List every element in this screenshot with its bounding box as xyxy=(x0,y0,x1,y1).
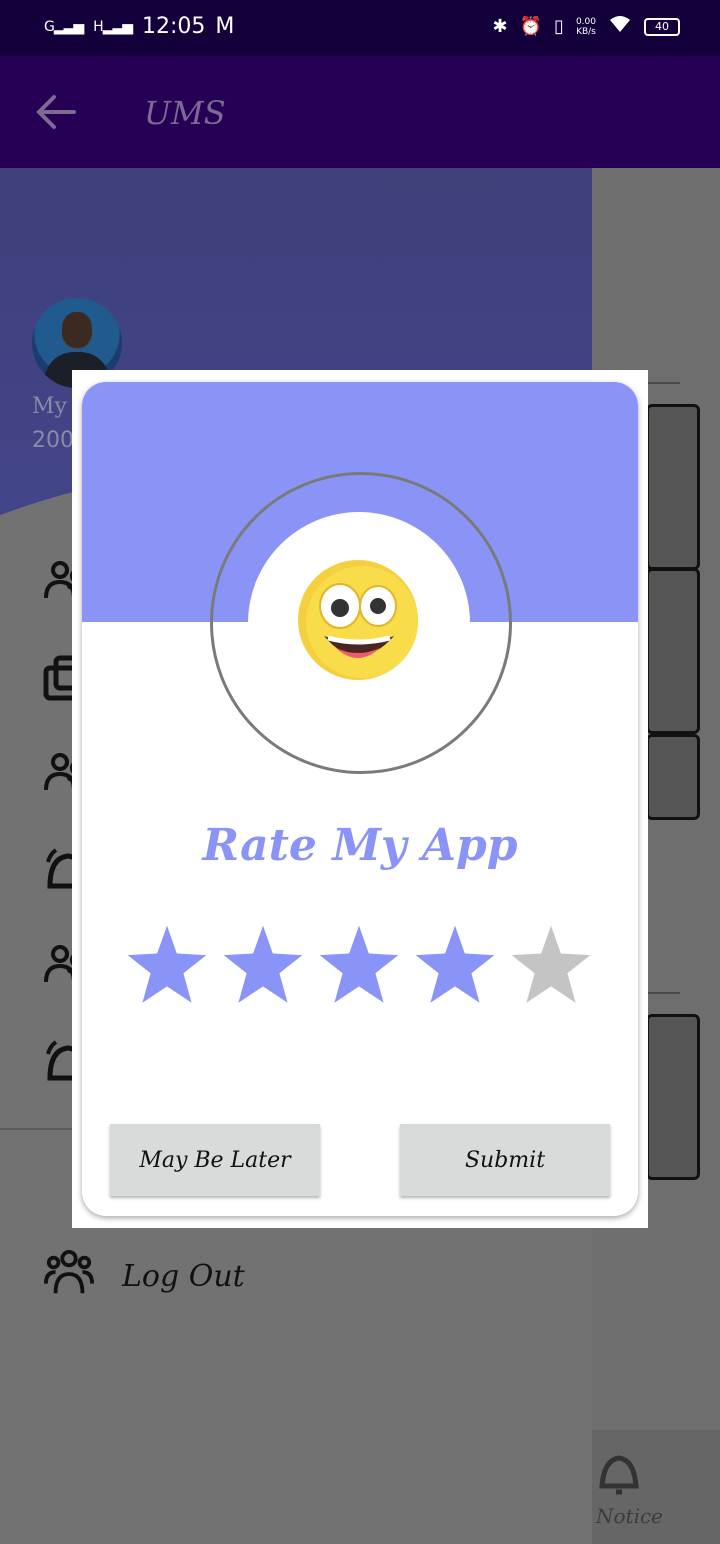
bell-icon xyxy=(599,1455,639,1495)
signal-icon-2: H▂▃▅ xyxy=(93,18,133,35)
star-icon[interactable] xyxy=(222,924,304,1006)
rate-app-card: Rate My App May Be Later Submit xyxy=(82,382,638,1216)
network-type-2: H xyxy=(93,18,103,35)
rate-app-dialog: Rate My App May Be Later Submit xyxy=(72,370,648,1228)
back-arrow-icon[interactable] xyxy=(34,92,78,132)
vibrate-icon: ▯ xyxy=(554,16,564,37)
people-icon xyxy=(44,1248,94,1304)
news-image xyxy=(646,404,700,570)
may-be-later-button[interactable]: May Be Later xyxy=(110,1124,320,1196)
logout-label: Log Out xyxy=(122,1258,245,1294)
clock: 12:05 xyxy=(142,14,206,39)
star-icon[interactable] xyxy=(126,924,208,1006)
network-type-1: G xyxy=(44,18,55,35)
signal-icon: G▂▃▅ xyxy=(44,18,84,35)
drawer-user-id: 200 xyxy=(32,428,74,453)
news-image xyxy=(646,734,700,820)
happy-face-icon xyxy=(298,560,422,684)
app-bar: UMS xyxy=(0,56,720,168)
gmail-icon: M xyxy=(215,14,235,39)
star-icon[interactable] xyxy=(318,924,400,1006)
network-speed: 0.00 KB/s xyxy=(575,16,596,37)
status-bar: G▂▃▅ H▂▃▅ 12:05 M ✱ ⏰ ▯ 0.00 KB/s 40 xyxy=(0,0,720,56)
news-image xyxy=(646,568,700,734)
star-icon[interactable] xyxy=(414,924,496,1006)
alarm-icon: ⏰ xyxy=(519,16,543,37)
submit-button[interactable]: Submit xyxy=(400,1124,610,1196)
star-rating[interactable] xyxy=(126,924,592,1006)
tab-notice-label: Notice xyxy=(596,1504,664,1528)
bluetooth-icon: ✱ xyxy=(492,16,508,37)
app-title: UMS xyxy=(144,94,226,132)
wifi-icon xyxy=(608,14,632,39)
divider xyxy=(648,992,680,994)
battery-indicator: 40 xyxy=(644,17,680,36)
logout-menu-item[interactable]: Log Out xyxy=(44,1248,245,1304)
divider xyxy=(648,382,680,384)
dialog-title: Rate My App xyxy=(202,820,518,871)
news-image xyxy=(646,1014,700,1180)
star-icon[interactable] xyxy=(510,924,592,1006)
